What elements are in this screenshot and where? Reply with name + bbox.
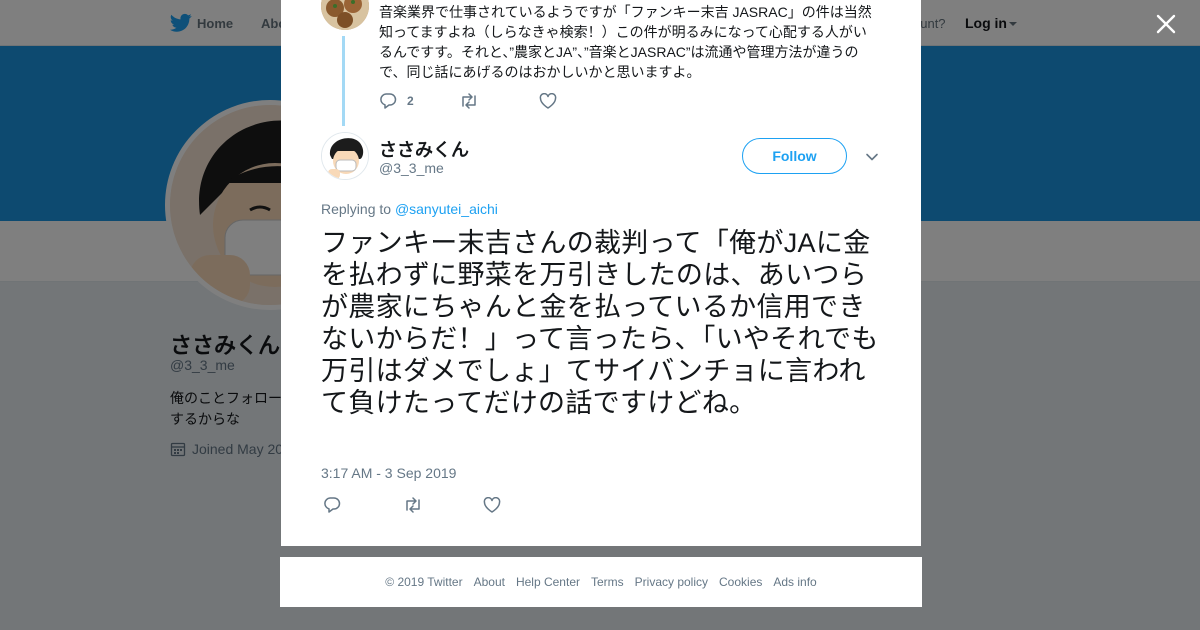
tweet-timestamp[interactable]: 3:17 AM - 3 Sep 2019 <box>321 465 456 481</box>
author-avatar[interactable] <box>321 132 369 180</box>
replying-to-prefix: Replying to <box>321 201 392 217</box>
tweet-actions <box>323 496 501 514</box>
footer-help-link[interactable]: Help Center <box>516 575 580 589</box>
reply-icon <box>324 497 341 513</box>
footer-privacy-link[interactable]: Privacy policy <box>635 575 708 589</box>
tweet-text: ファンキー末吉さんの裁判って「俺がJAに金を払わずに野菜を万引きしたのは、あいつ… <box>321 228 879 418</box>
author-avatar-illustration <box>322 133 368 179</box>
retweet-icon <box>406 497 420 513</box>
replying-to: Replying to @sanyutei_aichi <box>321 201 498 217</box>
author-handle[interactable]: @3_3_me <box>379 160 444 176</box>
footer-copyright: © 2019 Twitter <box>385 575 463 589</box>
like-action[interactable] <box>539 93 557 109</box>
like-icon <box>539 93 557 109</box>
conversation-thread-line <box>342 36 345 126</box>
chevron-down-icon[interactable] <box>865 150 879 164</box>
replying-to-link[interactable]: @sanyutei_aichi <box>395 201 498 217</box>
previous-tweet-actions: 2 <box>379 92 557 110</box>
reply-count: 2 <box>407 94 414 108</box>
retweet-icon <box>462 93 476 109</box>
footer-terms-link[interactable]: Terms <box>591 575 624 589</box>
like-icon <box>483 497 501 513</box>
takoyaki-avatar-image <box>321 0 369 30</box>
author-name[interactable]: ささみくん <box>379 136 469 162</box>
footer-ads-link[interactable]: Ads info <box>773 575 816 589</box>
like-action[interactable] <box>483 497 501 513</box>
reply-action[interactable]: 2 <box>379 92 459 110</box>
footer-cookies-link[interactable]: Cookies <box>719 575 762 589</box>
follow-button[interactable]: Follow <box>742 138 847 174</box>
previous-tweet-avatar[interactable] <box>321 0 369 30</box>
reply-action[interactable] <box>323 496 403 514</box>
close-icon[interactable] <box>1153 11 1179 37</box>
reply-icon <box>380 93 397 109</box>
footer-about-link[interactable]: About <box>474 575 505 589</box>
retweet-action[interactable] <box>403 497 483 513</box>
modal-footer: © 2019 Twitter About Help Center Terms P… <box>280 557 922 607</box>
tweet-modal: 音楽業界で仕事されているようですが「ファンキー末吉 JASRAC」の件は当然知っ… <box>281 0 921 546</box>
retweet-action[interactable] <box>459 93 539 109</box>
previous-tweet-text: 音楽業界で仕事されているようですが「ファンキー末吉 JASRAC」の件は当然知っ… <box>379 4 872 80</box>
